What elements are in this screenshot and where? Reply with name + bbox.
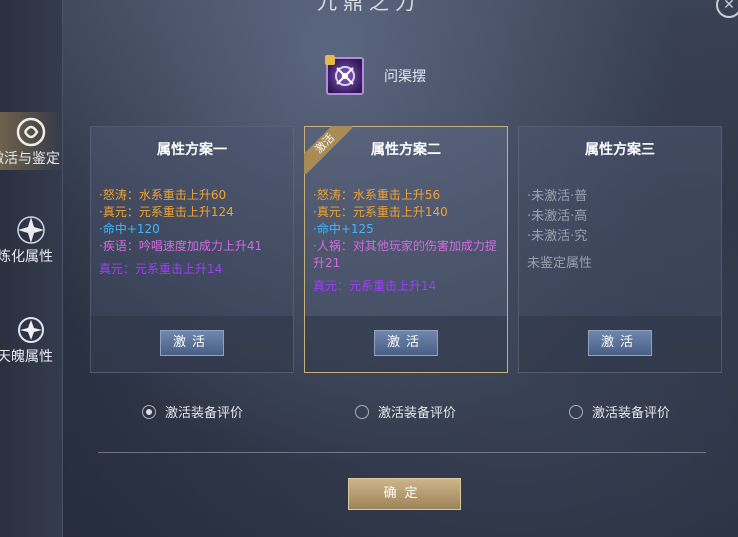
radio-option-3[interactable]: 激活装备评价 <box>569 402 670 421</box>
radio-label: 激活装备评价 <box>165 406 244 421</box>
plan-attributes: ·未激活·普 ·未激活·高 ·未激活·究 未鉴定属性 <box>527 187 717 272</box>
attr-line: ·未激活·普 <box>527 189 588 204</box>
window-title: 九鼎之力 <box>317 0 421 14</box>
radio-button[interactable] <box>569 404 583 419</box>
tab-label: 激活与鉴定 <box>0 151 60 167</box>
attr-line: ·怒涛：水系重击上升60 <box>99 188 227 202</box>
divider <box>98 452 706 453</box>
radio-button[interactable] <box>355 404 369 419</box>
card-footer: 激活 <box>91 316 293 372</box>
swirl-icon <box>16 117 46 147</box>
tab-label: 天魄属性 <box>0 349 53 365</box>
card-footer: 激活 <box>305 316 507 372</box>
radio-label: 激活装备评价 <box>378 406 457 421</box>
pendulum-icon <box>335 66 355 86</box>
plan-attributes: ·怒涛：水系重击上升60 ·真元：元系重击上升124 ·命中+120 ·疾语：吟… <box>99 187 289 278</box>
activate-button[interactable]: 激活 <box>374 330 438 356</box>
attr-line: ·真元：元系重击上升140 <box>313 205 448 219</box>
attr-line: ·命中+120 <box>99 222 160 236</box>
tab-soul-attributes[interactable]: 天魄属性 <box>0 314 62 365</box>
plan-title: 属性方案二 <box>371 142 441 158</box>
item-icon[interactable] <box>325 55 364 95</box>
plan-title: 属性方案三 <box>585 142 655 158</box>
soul-icon <box>18 317 44 343</box>
radio-option-2[interactable]: 激活装备评价 <box>355 402 456 421</box>
confirm-button[interactable]: 确定 <box>348 478 461 510</box>
tab-activate-identify[interactable]: 激活与鉴定 <box>0 112 62 170</box>
activate-button[interactable]: 激活 <box>588 330 652 356</box>
attr-line: ·真元：元系重击上升124 <box>99 205 234 219</box>
plan-card-3[interactable]: 属性方案三 ·未激活·普 ·未激活·高 ·未激活·究 未鉴定属性 激活 <box>518 126 722 373</box>
item-header: 问渠摆 <box>325 55 426 95</box>
attr-line: ·未激活·究 <box>527 229 588 244</box>
sparkle-icon <box>17 216 45 244</box>
plan-title: 属性方案一 <box>157 142 227 158</box>
unidentified-note: 未鉴定属性 <box>527 256 593 271</box>
tab-refine-attributes[interactable]: 炼化属性 <box>0 214 62 265</box>
plan-card-2[interactable]: 激活 属性方案二 ·怒涛：水系重击上升56 ·真元：元系重击上升140 ·命中+… <box>304 126 508 373</box>
tab-label: 炼化属性 <box>0 249 53 265</box>
sidebar <box>0 0 63 537</box>
plan-card-1[interactable]: 属性方案一 ·怒涛：水系重击上升60 ·真元：元系重击上升124 ·命中+120… <box>90 126 294 373</box>
plan-attributes: ·怒涛：水系重击上升56 ·真元：元系重击上升140 ·命中+125 ·人祸：对… <box>313 187 503 295</box>
activate-button[interactable]: 激活 <box>160 330 224 356</box>
attr-line: ·人祸：对其他玩家的伤害加成力提升21 <box>313 239 497 270</box>
radio-label: 激活装备评价 <box>592 406 671 421</box>
attr-line: ·疾语：吟唱速度加成力上升41 <box>99 239 263 253</box>
extra-attr: 真元：元系重击上升14 <box>313 279 437 293</box>
radio-option-1[interactable]: 激活装备评价 <box>142 402 243 421</box>
card-footer: 激活 <box>519 316 721 372</box>
attr-line: ·命中+125 <box>313 222 374 236</box>
item-name: 问渠摆 <box>384 69 426 85</box>
radio-button[interactable] <box>142 404 156 419</box>
attr-line: ·未激活·高 <box>527 209 588 224</box>
attr-line: ·怒涛：水系重击上升56 <box>313 188 441 202</box>
extra-attr: 真元：元系重击上升14 <box>99 262 223 276</box>
